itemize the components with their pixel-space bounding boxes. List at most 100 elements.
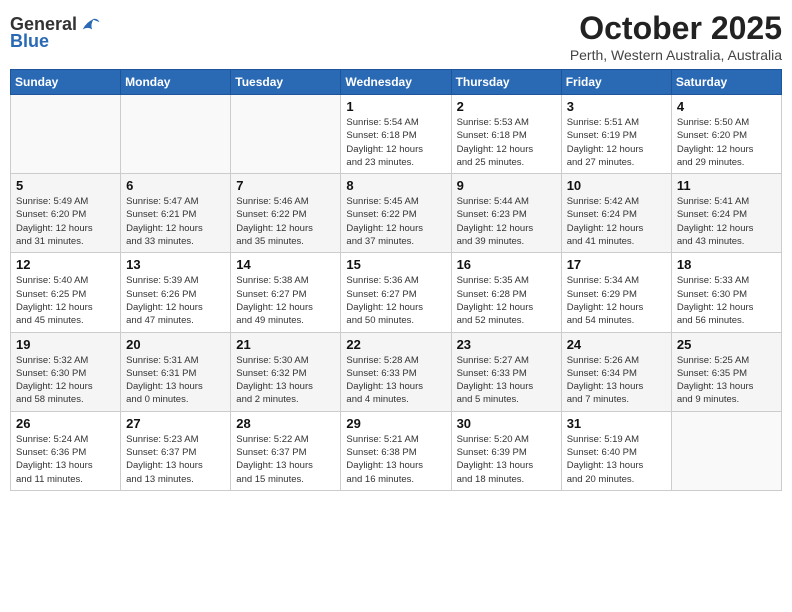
- col-sunday: Sunday: [11, 70, 121, 95]
- day-number: 2: [457, 99, 556, 114]
- title-block: October 2025 Perth, Western Australia, A…: [570, 10, 782, 63]
- day-number: 16: [457, 257, 556, 272]
- day-info: Sunrise: 5:54 AM Sunset: 6:18 PM Dayligh…: [346, 116, 445, 169]
- col-wednesday: Wednesday: [341, 70, 451, 95]
- day-number: 14: [236, 257, 335, 272]
- calendar-week-row: 5 Sunrise: 5:49 AM Sunset: 6:20 PM Daylig…: [11, 174, 782, 253]
- day-number: 3: [567, 99, 666, 114]
- table-row: [231, 95, 341, 174]
- day-info: Sunrise: 5:42 AM Sunset: 6:24 PM Dayligh…: [567, 195, 666, 248]
- table-row: 19 Sunrise: 5:32 AM Sunset: 6:30 PM Dayli…: [11, 332, 121, 411]
- day-info: Sunrise: 5:33 AM Sunset: 6:30 PM Dayligh…: [677, 274, 776, 327]
- calendar-week-row: 1 Sunrise: 5:54 AM Sunset: 6:18 PM Daylig…: [11, 95, 782, 174]
- day-info: Sunrise: 5:35 AM Sunset: 6:28 PM Dayligh…: [457, 274, 556, 327]
- table-row: 28 Sunrise: 5:22 AM Sunset: 6:37 PM Dayli…: [231, 411, 341, 490]
- day-info: Sunrise: 5:53 AM Sunset: 6:18 PM Dayligh…: [457, 116, 556, 169]
- logo: General Blue: [10, 14, 101, 52]
- day-info: Sunrise: 5:28 AM Sunset: 6:33 PM Dayligh…: [346, 354, 445, 407]
- table-row: 18 Sunrise: 5:33 AM Sunset: 6:30 PM Dayli…: [671, 253, 781, 332]
- table-row: 5 Sunrise: 5:49 AM Sunset: 6:20 PM Daylig…: [11, 174, 121, 253]
- calendar-table: Sunday Monday Tuesday Wednesday Thursday…: [10, 69, 782, 491]
- day-info: Sunrise: 5:23 AM Sunset: 6:37 PM Dayligh…: [126, 433, 225, 486]
- col-monday: Monday: [121, 70, 231, 95]
- day-info: Sunrise: 5:36 AM Sunset: 6:27 PM Dayligh…: [346, 274, 445, 327]
- table-row: 23 Sunrise: 5:27 AM Sunset: 6:33 PM Dayli…: [451, 332, 561, 411]
- day-number: 11: [677, 178, 776, 193]
- table-row: 11Sunrise: 5:41 AM Sunset: 6:24 PM Dayli…: [671, 174, 781, 253]
- table-row: 24 Sunrise: 5:26 AM Sunset: 6:34 PM Dayli…: [561, 332, 671, 411]
- day-info: Sunrise: 5:31 AM Sunset: 6:31 PM Dayligh…: [126, 354, 225, 407]
- calendar-week-row: 19 Sunrise: 5:32 AM Sunset: 6:30 PM Dayli…: [11, 332, 782, 411]
- day-info: Sunrise: 5:47 AM Sunset: 6:21 PM Dayligh…: [126, 195, 225, 248]
- day-info: Sunrise: 5:27 AM Sunset: 6:33 PM Dayligh…: [457, 354, 556, 407]
- day-info: Sunrise: 5:20 AM Sunset: 6:39 PM Dayligh…: [457, 433, 556, 486]
- day-number: 7: [236, 178, 335, 193]
- day-number: 13: [126, 257, 225, 272]
- calendar-header-row: Sunday Monday Tuesday Wednesday Thursday…: [11, 70, 782, 95]
- day-number: 28: [236, 416, 335, 431]
- month-title: October 2025: [570, 10, 782, 47]
- day-number: 6: [126, 178, 225, 193]
- table-row: 26 Sunrise: 5:24 AM Sunset: 6:36 PM Dayli…: [11, 411, 121, 490]
- day-info: Sunrise: 5:24 AM Sunset: 6:36 PM Dayligh…: [16, 433, 115, 486]
- day-number: 12: [16, 257, 115, 272]
- day-info: Sunrise: 5:46 AM Sunset: 6:22 PM Dayligh…: [236, 195, 335, 248]
- day-number: 31: [567, 416, 666, 431]
- day-number: 15: [346, 257, 445, 272]
- table-row: 12Sunrise: 5:40 AM Sunset: 6:25 PM Dayli…: [11, 253, 121, 332]
- day-number: 8: [346, 178, 445, 193]
- day-number: 24: [567, 337, 666, 352]
- day-number: 27: [126, 416, 225, 431]
- day-number: 9: [457, 178, 556, 193]
- calendar-week-row: 26 Sunrise: 5:24 AM Sunset: 6:36 PM Dayli…: [11, 411, 782, 490]
- day-info: Sunrise: 5:51 AM Sunset: 6:19 PM Dayligh…: [567, 116, 666, 169]
- table-row: 6 Sunrise: 5:47 AM Sunset: 6:21 PM Daylig…: [121, 174, 231, 253]
- day-number: 17: [567, 257, 666, 272]
- day-info: Sunrise: 5:50 AM Sunset: 6:20 PM Dayligh…: [677, 116, 776, 169]
- table-row: 25Sunrise: 5:25 AM Sunset: 6:35 PM Dayli…: [671, 332, 781, 411]
- col-saturday: Saturday: [671, 70, 781, 95]
- day-number: 26: [16, 416, 115, 431]
- table-row: 7 Sunrise: 5:46 AM Sunset: 6:22 PM Daylig…: [231, 174, 341, 253]
- day-info: Sunrise: 5:38 AM Sunset: 6:27 PM Dayligh…: [236, 274, 335, 327]
- table-row: 22Sunrise: 5:28 AM Sunset: 6:33 PM Dayli…: [341, 332, 451, 411]
- day-info: Sunrise: 5:21 AM Sunset: 6:38 PM Dayligh…: [346, 433, 445, 486]
- table-row: 16 Sunrise: 5:35 AM Sunset: 6:28 PM Dayli…: [451, 253, 561, 332]
- table-row: [121, 95, 231, 174]
- day-info: Sunrise: 5:22 AM Sunset: 6:37 PM Dayligh…: [236, 433, 335, 486]
- table-row: 1 Sunrise: 5:54 AM Sunset: 6:18 PM Daylig…: [341, 95, 451, 174]
- day-info: Sunrise: 5:26 AM Sunset: 6:34 PM Dayligh…: [567, 354, 666, 407]
- table-row: [671, 411, 781, 490]
- logo-bird-icon: [79, 14, 101, 36]
- day-info: Sunrise: 5:34 AM Sunset: 6:29 PM Dayligh…: [567, 274, 666, 327]
- day-number: 23: [457, 337, 556, 352]
- table-row: 2 Sunrise: 5:53 AM Sunset: 6:18 PM Daylig…: [451, 95, 561, 174]
- day-number: 5: [16, 178, 115, 193]
- table-row: 13Sunrise: 5:39 AM Sunset: 6:26 PM Dayli…: [121, 253, 231, 332]
- table-row: 9 Sunrise: 5:44 AM Sunset: 6:23 PM Daylig…: [451, 174, 561, 253]
- day-number: 30: [457, 416, 556, 431]
- table-row: 27 Sunrise: 5:23 AM Sunset: 6:37 PM Dayli…: [121, 411, 231, 490]
- day-info: Sunrise: 5:30 AM Sunset: 6:32 PM Dayligh…: [236, 354, 335, 407]
- day-info: Sunrise: 5:19 AM Sunset: 6:40 PM Dayligh…: [567, 433, 666, 486]
- table-row: 8 Sunrise: 5:45 AM Sunset: 6:22 PM Daylig…: [341, 174, 451, 253]
- table-row: 10 Sunrise: 5:42 AM Sunset: 6:24 PM Dayli…: [561, 174, 671, 253]
- day-number: 1: [346, 99, 445, 114]
- table-row: 3 Sunrise: 5:51 AM Sunset: 6:19 PM Daylig…: [561, 95, 671, 174]
- table-row: [11, 95, 121, 174]
- day-number: 29: [346, 416, 445, 431]
- day-number: 18: [677, 257, 776, 272]
- day-info: Sunrise: 5:49 AM Sunset: 6:20 PM Dayligh…: [16, 195, 115, 248]
- calendar-week-row: 12Sunrise: 5:40 AM Sunset: 6:25 PM Dayli…: [11, 253, 782, 332]
- day-number: 19: [16, 337, 115, 352]
- day-info: Sunrise: 5:32 AM Sunset: 6:30 PM Dayligh…: [16, 354, 115, 407]
- table-row: 15 Sunrise: 5:36 AM Sunset: 6:27 PM Dayli…: [341, 253, 451, 332]
- day-info: Sunrise: 5:25 AM Sunset: 6:35 PM Dayligh…: [677, 354, 776, 407]
- day-number: 10: [567, 178, 666, 193]
- table-row: 17 Sunrise: 5:34 AM Sunset: 6:29 PM Dayli…: [561, 253, 671, 332]
- table-row: 31 Sunrise: 5:19 AM Sunset: 6:40 PM Dayli…: [561, 411, 671, 490]
- day-info: Sunrise: 5:45 AM Sunset: 6:22 PM Dayligh…: [346, 195, 445, 248]
- table-row: 20Sunrise: 5:31 AM Sunset: 6:31 PM Dayli…: [121, 332, 231, 411]
- day-info: Sunrise: 5:44 AM Sunset: 6:23 PM Dayligh…: [457, 195, 556, 248]
- table-row: 14 Sunrise: 5:38 AM Sunset: 6:27 PM Dayli…: [231, 253, 341, 332]
